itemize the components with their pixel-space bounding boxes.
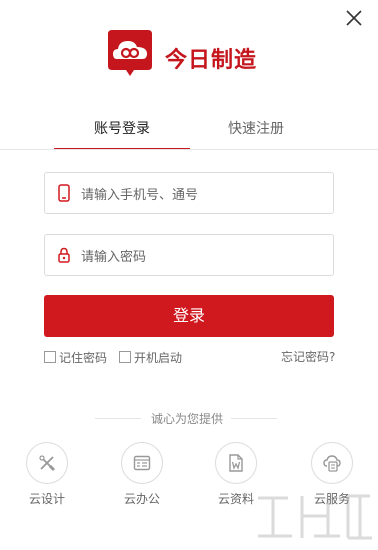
phone-icon (58, 184, 70, 202)
design-tools-icon (39, 455, 56, 472)
password-input[interactable]: 请输入密码 (44, 234, 334, 276)
service-icon-circle (26, 442, 68, 484)
checkbox-box (119, 351, 131, 363)
password-placeholder: 请输入密码 (81, 250, 147, 265)
service-icon-circle (215, 442, 257, 484)
brand-name: 今日制造 (165, 48, 258, 73)
phone-placeholder: 请输入手机号、通号 (81, 188, 199, 203)
service-label: 云办公 (123, 492, 160, 506)
services-divider: 诚心为您提供 (0, 410, 378, 426)
autostart-label: 开机启动 (134, 351, 183, 365)
cloud-service-icon (323, 455, 341, 472)
office-icon (133, 455, 151, 471)
lock-icon (58, 247, 70, 263)
divider-line-left (95, 418, 141, 419)
services-heading: 诚心为您提供 (150, 412, 223, 426)
close-icon (346, 10, 362, 26)
divider-line-right (231, 418, 277, 419)
tab-quick-register[interactable]: 快速注册 (188, 118, 324, 138)
service-icon-circle (121, 442, 163, 484)
remember-password-label: 记住密码 (59, 351, 108, 365)
cloud-link-logo (104, 26, 156, 78)
phone-input[interactable]: 请输入手机号、通号 (44, 172, 334, 214)
checkbox-box (44, 351, 56, 363)
login-button[interactable]: 登录 (44, 295, 334, 337)
service-icon-circle (311, 442, 353, 484)
tab-account-login[interactable]: 账号登录 (54, 118, 190, 138)
close-button[interactable] (344, 8, 364, 28)
tabs-divider (0, 149, 378, 150)
service-cloud-design[interactable]: 云设计 (15, 442, 79, 507)
autostart-checkbox[interactable]: 开机启动 (119, 349, 182, 366)
service-label: 云设计 (28, 492, 65, 506)
watermark (248, 486, 376, 546)
login-tabs: 账号登录 快速注册 (0, 108, 378, 150)
remember-password-checkbox[interactable]: 记住密码 (44, 349, 107, 366)
document-icon (229, 454, 243, 472)
forgot-password-link[interactable]: 忘记密码? (281, 348, 335, 365)
service-cloud-office[interactable]: 云办公 (110, 442, 174, 507)
